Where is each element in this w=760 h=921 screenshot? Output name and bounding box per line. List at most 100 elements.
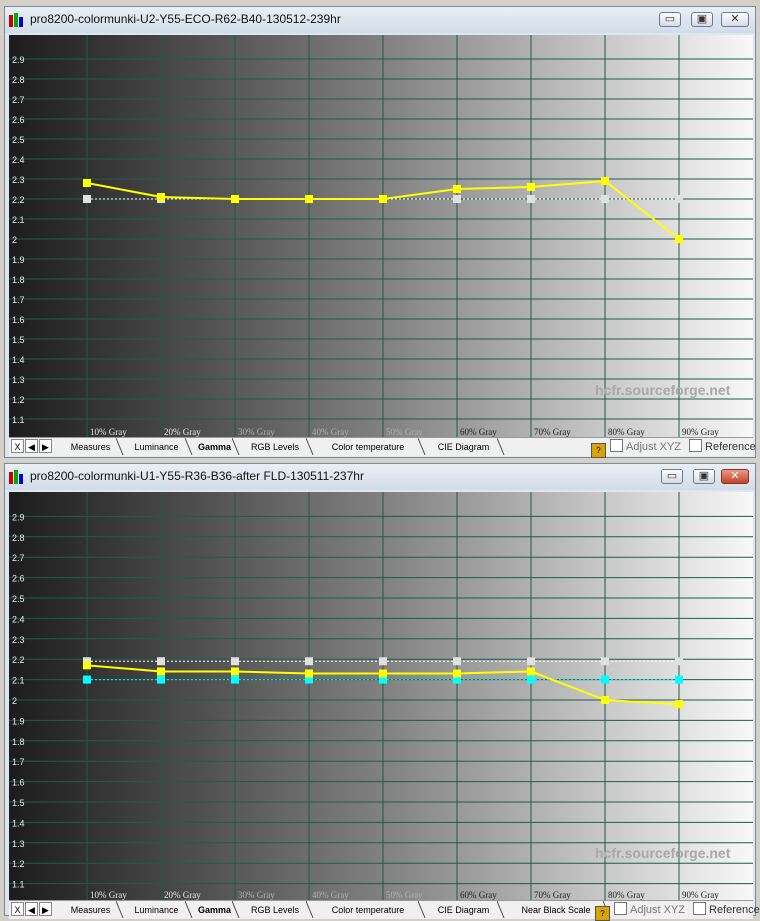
tab-rgb-levels[interactable]: RGB Levels	[240, 439, 310, 455]
y-tick-label: 2.9	[12, 512, 25, 522]
y-tick-label: 1.3	[12, 375, 25, 385]
y-tick-label: 1.5	[12, 798, 25, 808]
title-bar[interactable]: pro8200-colormunki-U2-Y55-ECO-R62-B40-13…	[5, 7, 755, 33]
x-tick-label: 90% Gray	[682, 890, 719, 900]
data-point	[675, 235, 683, 243]
gamma-window-1: pro8200-colormunki-U2-Y55-ECO-R62-B40-13…	[4, 6, 756, 458]
adjust-xyz-checkbox[interactable]	[614, 902, 627, 915]
data-point	[453, 657, 461, 666]
data-point	[157, 667, 165, 676]
tab-luminance[interactable]: Luminance	[124, 439, 189, 455]
tab-close-button[interactable]: X	[11, 902, 24, 916]
data-point	[601, 696, 609, 704]
data-point	[675, 700, 683, 709]
data-point	[231, 667, 239, 676]
tab-separator	[306, 438, 314, 455]
chart-svg: 2.9 2.8 2.7 2.6 2.5 2.4 2.3 2.2 2.1 2 1.9 1.8 1.7 1.6…	[9, 492, 753, 900]
title-bar[interactable]: pro8200-colormunki-U1-Y55-R36-B36-after …	[5, 464, 755, 490]
tab-cie-diagram[interactable]: CIE Diagram	[426, 439, 501, 455]
watermark: hcfr.sourceforge.net	[595, 382, 731, 398]
y-tick-label: 2.6	[12, 115, 25, 125]
y-tick-label: 2.5	[12, 594, 25, 604]
data-point	[305, 669, 313, 678]
window-title: pro8200-colormunki-U1-Y55-R36-B36-after …	[30, 469, 364, 483]
tab-separator	[497, 901, 505, 918]
data-point	[675, 195, 683, 203]
plot-background	[9, 35, 753, 437]
reference-label: Reference	[705, 441, 756, 453]
app-icon	[9, 13, 25, 27]
reference-label: Reference	[709, 904, 760, 916]
adjust-reference-area: ? Adjust XYZ Reference	[591, 439, 756, 458]
tab-separator	[497, 438, 505, 455]
tab-next-button[interactable]: ▶	[39, 439, 52, 453]
tab-separator	[418, 901, 426, 918]
help-icon[interactable]: ?	[591, 443, 606, 458]
close-button[interactable]: ✕	[721, 469, 749, 484]
tab-separator	[306, 901, 314, 918]
y-tick-label: 2.4	[12, 614, 25, 624]
tab-next-button[interactable]: ▶	[39, 902, 52, 916]
y-tick-label: 1.4	[12, 355, 25, 365]
tab-separator	[232, 901, 240, 918]
y-tick-label: 1.7	[12, 757, 25, 767]
y-tick-label: 1.8	[12, 275, 25, 285]
data-point	[379, 657, 387, 666]
x-tick-label: 70% Gray	[534, 890, 571, 900]
reference-checkbox[interactable]	[689, 439, 703, 452]
plot-background	[9, 492, 753, 900]
tab-gamma[interactable]: Gamma	[193, 439, 236, 455]
x-tick-label: 50% Gray	[386, 890, 423, 900]
tab-color-temperature[interactable]: Color temperature	[314, 439, 422, 455]
y-tick-label: 1.3	[12, 839, 25, 849]
y-tick-label: 2.5	[12, 135, 25, 145]
x-tick-label: 80% Gray	[608, 890, 645, 900]
data-point	[601, 675, 609, 684]
x-tick-label: 50% Gray	[386, 427, 423, 437]
data-point	[231, 657, 239, 666]
y-tick-label: 2.6	[12, 574, 25, 584]
close-button[interactable]: ✕	[721, 12, 749, 27]
reference-checkbox[interactable]	[693, 902, 707, 915]
app-icon	[9, 470, 25, 484]
data-point	[157, 675, 165, 684]
tab-separator	[116, 438, 124, 455]
data-point	[379, 669, 387, 678]
tab-prev-button[interactable]: ◀	[25, 439, 38, 453]
x-tick-label: 80% Gray	[608, 427, 645, 437]
window-title: pro8200-colormunki-U2-Y55-ECO-R62-B40-13…	[30, 12, 341, 26]
minimize-button[interactable]: ▭	[661, 469, 683, 484]
data-point	[83, 195, 91, 203]
data-point	[453, 185, 461, 193]
tab-separator	[418, 438, 426, 455]
data-point	[305, 195, 313, 203]
data-point	[453, 669, 461, 678]
y-tick-label: 1.6	[12, 778, 25, 788]
maximize-button[interactable]: ▣	[693, 469, 715, 484]
y-tick-label: 2.2	[12, 195, 25, 205]
maximize-button[interactable]: ▣	[691, 12, 713, 27]
minimize-button[interactable]: ▭	[659, 12, 681, 27]
help-icon[interactable]: ?	[595, 906, 610, 921]
tab-close-button[interactable]: X	[11, 439, 24, 453]
data-point	[157, 193, 165, 201]
y-tick-label: 2.9	[12, 55, 25, 65]
data-point	[83, 661, 91, 670]
data-point	[453, 195, 461, 203]
tab-measures[interactable]: Measures	[61, 439, 120, 455]
data-point	[83, 675, 91, 684]
data-point	[305, 657, 313, 666]
y-tick-label: 1.2	[12, 395, 25, 405]
data-point	[231, 675, 239, 684]
x-tick-label: 40% Gray	[312, 427, 349, 437]
gamma-chart-1: 2.9 2.8 2.7 2.6 2.5 2.4 2.3 2.2 2.1 2 1.9 1.8 1.7 1.6…	[9, 35, 753, 437]
data-point	[601, 657, 609, 666]
tab-prev-button[interactable]: ◀	[25, 902, 38, 916]
data-point	[157, 657, 165, 666]
adjust-xyz-checkbox[interactable]	[610, 439, 623, 452]
data-point	[527, 657, 535, 666]
gamma-window-2: pro8200-colormunki-U1-Y55-R36-B36-after …	[4, 463, 760, 921]
data-point	[675, 657, 683, 666]
y-tick-label: 1.1	[12, 415, 25, 425]
y-tick-label: 2.8	[12, 75, 25, 85]
